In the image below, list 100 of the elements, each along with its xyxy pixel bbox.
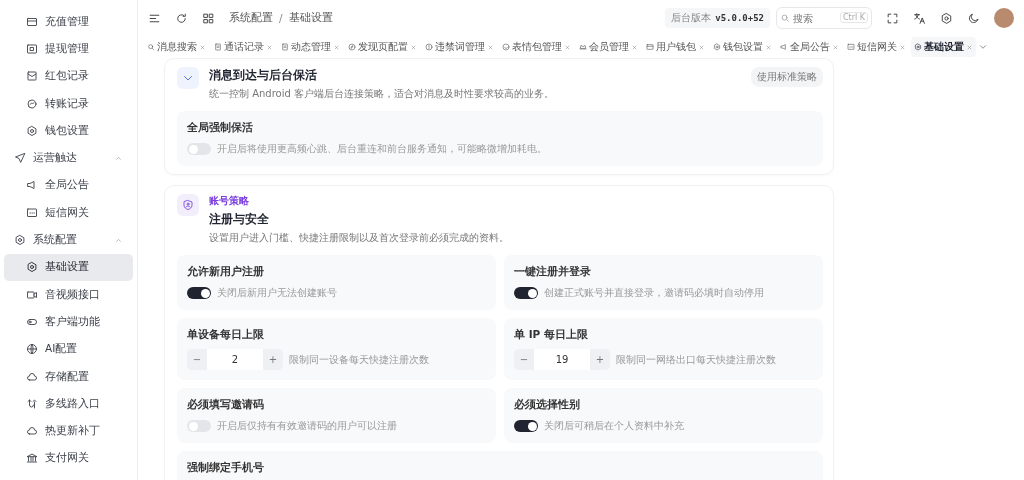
grid-icon[interactable] xyxy=(202,11,215,25)
crown-icon xyxy=(579,43,587,51)
card-icon xyxy=(26,15,38,28)
settings-icon[interactable] xyxy=(940,11,953,25)
setting-hint: 关闭后可稍后在个人资料中补充 xyxy=(544,419,684,433)
sidebar-item[interactable]: 红包记录 xyxy=(4,62,133,90)
video-icon xyxy=(26,288,38,301)
close-icon[interactable] xyxy=(966,43,973,51)
setting-label: 全局强制保活 xyxy=(187,121,254,135)
increment-button[interactable]: + xyxy=(590,349,610,370)
card-icon xyxy=(646,43,654,51)
sidebar-group[interactable]: 系统配置 xyxy=(4,226,133,254)
message-icon xyxy=(847,43,855,51)
toggle-switch[interactable] xyxy=(514,420,538,432)
sidebar-item[interactable]: 多线路入口 xyxy=(4,390,133,418)
send-icon xyxy=(14,152,26,165)
close-icon[interactable] xyxy=(631,43,638,51)
close-icon[interactable] xyxy=(410,43,417,51)
toggle-switch[interactable] xyxy=(187,420,211,432)
toggle-switch[interactable] xyxy=(187,287,211,299)
globe-icon xyxy=(26,343,38,356)
close-icon[interactable] xyxy=(487,43,494,51)
preset-button[interactable]: 使用标准策略 xyxy=(751,67,823,87)
breadcrumb-current: 基础设置 xyxy=(288,11,333,25)
bank-icon xyxy=(26,452,38,465)
version-number: v5.0.0+52 xyxy=(715,13,764,23)
section-title: 注册与安全 xyxy=(209,211,270,228)
number-input[interactable]: 2 xyxy=(207,349,263,370)
sidebar-group[interactable]: 运营触达 xyxy=(4,144,133,172)
sidebar-item[interactable]: 支付网关 xyxy=(4,444,133,473)
close-icon[interactable] xyxy=(765,43,772,51)
translate-icon[interactable] xyxy=(913,11,926,25)
moon-icon[interactable] xyxy=(967,11,980,25)
avatar[interactable] xyxy=(994,8,1014,28)
number-stepper[interactable]: − 19 + xyxy=(514,349,610,370)
transfer-icon xyxy=(26,97,38,110)
search-icon xyxy=(147,43,155,51)
sidebar-item[interactable]: 客户端功能 xyxy=(4,308,133,336)
setting-label: 单设备每日上限 xyxy=(187,328,265,342)
smile-icon xyxy=(502,43,510,51)
setting-hint: 关闭后新用户无法创建账号 xyxy=(217,286,337,300)
sidebar-item[interactable]: 钱包设置 xyxy=(4,117,133,145)
version-label: 后台版本 xyxy=(671,11,712,25)
setting-label: 必须选择性别 xyxy=(514,398,581,412)
setting-hint: 限制同一设备每天快捷注册次数 xyxy=(289,352,429,367)
close-icon[interactable] xyxy=(698,43,705,51)
sidebar-item[interactable]: AI配置 xyxy=(4,335,133,363)
sidebar-item[interactable]: 充值管理 xyxy=(4,8,133,36)
setting-label: 强制绑定手机号 xyxy=(187,461,265,475)
document-icon xyxy=(214,43,222,51)
tab[interactable]: 基础设置 xyxy=(911,37,976,57)
close-icon[interactable] xyxy=(564,43,571,51)
close-icon[interactable] xyxy=(333,43,340,51)
sidebar-item[interactable]: 转账记录 xyxy=(4,89,133,118)
gear-icon xyxy=(713,43,721,51)
decrement-button[interactable]: − xyxy=(187,349,207,370)
sidebar-item[interactable]: 短信网关 xyxy=(4,199,133,227)
increment-button[interactable]: + xyxy=(263,349,283,370)
setting-label: 一键注册并登录 xyxy=(514,265,592,279)
sidebar-item[interactable]: 基础设置 xyxy=(4,253,133,281)
refresh-icon[interactable] xyxy=(175,11,188,25)
close-icon[interactable] xyxy=(832,43,839,51)
alert-icon xyxy=(425,43,433,51)
close-icon[interactable] xyxy=(199,43,206,51)
number-input[interactable]: 19 xyxy=(534,349,590,370)
gear-icon xyxy=(914,43,922,51)
toggle-switch[interactable] xyxy=(187,143,211,155)
number-stepper[interactable]: − 2 + xyxy=(187,349,283,370)
section-description: 设置用户进入门槛、快捷注册限制以及首次登录前必须完成的资料。 xyxy=(209,231,510,245)
gear-icon xyxy=(26,261,38,274)
search-icon xyxy=(780,13,790,23)
shield-icon xyxy=(182,199,194,211)
section-description: 统一控制 Android 客户端后台连接策略，适合对消息及时性要求较高的业务。 xyxy=(209,87,556,101)
compass-icon xyxy=(348,43,356,51)
breadcrumb-link[interactable]: 系统配置 xyxy=(229,11,273,25)
shortcut-hint: Ctrl K xyxy=(839,12,868,23)
decrement-button[interactable]: − xyxy=(514,349,534,370)
gear-icon xyxy=(14,234,26,246)
message-icon xyxy=(26,206,38,219)
sidebar-item[interactable]: 存储配置 xyxy=(4,362,133,391)
section-title: 消息到达与后台保活 xyxy=(209,67,318,84)
cloud-icon xyxy=(26,425,38,438)
sidebar-item[interactable]: 热更新补丁 xyxy=(4,417,133,445)
close-icon[interactable] xyxy=(899,43,906,51)
sidebar-item[interactable]: 全局公告 xyxy=(4,171,133,200)
megaphone-icon xyxy=(26,179,38,192)
close-icon[interactable] xyxy=(266,43,273,51)
sidebar-item[interactable]: 音视频接口 xyxy=(4,280,133,309)
chevron-down-icon[interactable] xyxy=(978,42,988,52)
setting-label: 必须填写邀请码 xyxy=(187,398,265,412)
setting-label: 允许新用户注册 xyxy=(187,265,265,279)
fullscreen-icon[interactable] xyxy=(886,11,899,25)
setting-hint: 开启后将使用更高频心跳、后台重连和前台服务通知，可能略微增加耗电。 xyxy=(217,142,547,156)
sidebar-item[interactable]: 提现管理 xyxy=(4,35,133,63)
breadcrumb-separator: / xyxy=(279,12,283,24)
document-icon xyxy=(281,43,289,51)
toggle-switch[interactable] xyxy=(514,287,538,299)
routes-icon xyxy=(26,397,38,410)
setting-hint: 开启后仅持有有效邀请码的用户可以注册 xyxy=(217,419,397,433)
section-tag: 账号策略 xyxy=(209,194,823,208)
